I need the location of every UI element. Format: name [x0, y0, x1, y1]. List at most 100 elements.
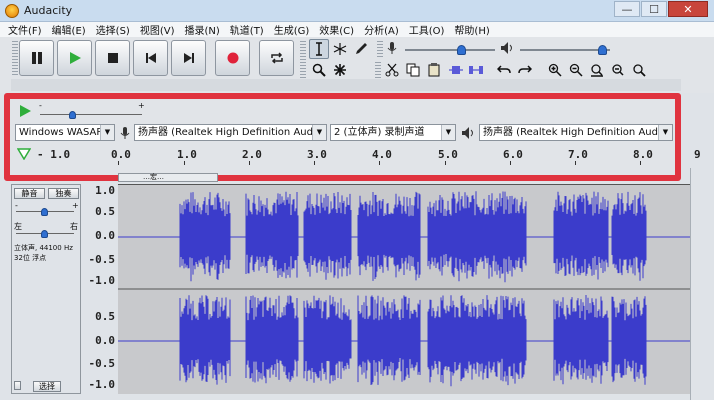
stop-button[interactable] — [95, 40, 130, 76]
track-name-strip[interactable]: …宏… — [118, 173, 218, 182]
axis-label: 0.0 — [95, 334, 115, 347]
menu-transport[interactable]: 播录(N) — [185, 22, 220, 37]
i-beam-icon — [316, 42, 322, 56]
menu-generate[interactable]: 生成(G) — [274, 22, 310, 37]
paste-icon — [428, 63, 440, 77]
pause-icon — [31, 52, 42, 64]
selection-tool[interactable] — [309, 39, 329, 59]
window-title: Audacity — [24, 4, 73, 17]
axis-label: 1.0 — [95, 184, 115, 197]
vertical-scrollbar[interactable] — [690, 168, 714, 400]
track-bit-depth-info: 32位 浮点 — [14, 254, 47, 262]
fit-project-button[interactable] — [608, 60, 628, 80]
skip-to-start-button[interactable] — [133, 40, 168, 76]
edit-grip[interactable] — [375, 62, 381, 78]
undo-icon — [497, 65, 511, 74]
envelope-icon — [333, 43, 347, 55]
track-format-info: 立体声, 44100 Hz — [14, 244, 73, 252]
paste-button[interactable] — [424, 60, 444, 80]
redo-icon — [518, 65, 532, 74]
title-bar: Audacity — ☐ ✕ — [0, 0, 714, 22]
speaker-level-button[interactable] — [497, 38, 517, 58]
axis-label: 0.5 — [95, 310, 115, 323]
skip-end-icon — [183, 53, 194, 63]
axis-label: -1.0 — [88, 378, 116, 391]
mute-button[interactable]: 静音 — [14, 188, 45, 199]
axis-label: 0.0 — [95, 229, 115, 242]
collapse-button[interactable] — [14, 381, 21, 390]
copy-button[interactable] — [403, 60, 423, 80]
zoom-toggle-button[interactable] — [629, 60, 649, 80]
magnifier-icon — [312, 63, 326, 77]
minimize-button[interactable]: — — [614, 1, 640, 17]
axis-label: 0.5 — [95, 205, 115, 218]
stop-icon — [107, 53, 118, 63]
zoom-selection-icon — [591, 64, 603, 77]
copy-icon — [406, 63, 420, 77]
skip-start-icon — [145, 53, 156, 63]
silence-button[interactable] — [466, 60, 486, 80]
menu-bar: 文件(F) 编辑(E) 选择(S) 视图(V) 播录(N) 轨道(T) 生成(G… — [0, 22, 714, 37]
select-track-button[interactable]: 选择 — [33, 381, 61, 392]
multi-tool[interactable] — [330, 60, 350, 80]
zoom-fit-icon — [612, 64, 624, 76]
menu-effect[interactable]: 效果(C) — [319, 22, 354, 37]
track-control-panel: 静音 独奏 - + 左 右 立体声, 44100 Hz 32位 浮点 选择 — [11, 184, 81, 394]
menu-tracks[interactable]: 轨道(T) — [230, 22, 264, 37]
undo-button[interactable] — [494, 60, 514, 80]
zoom-in-icon — [548, 63, 562, 77]
skip-to-end-button[interactable] — [171, 40, 206, 76]
zoom-tool[interactable] — [309, 60, 329, 80]
audacity-logo-icon — [5, 4, 19, 18]
asterisk-icon — [334, 64, 346, 76]
microphone-icon — [387, 42, 397, 54]
play-button[interactable] — [57, 40, 92, 76]
menu-analyze[interactable]: 分析(A) — [364, 22, 399, 37]
record-button[interactable] — [215, 40, 250, 76]
menu-select[interactable]: 选择(S) — [96, 22, 130, 37]
mic-level-button[interactable] — [382, 38, 402, 58]
menu-file[interactable]: 文件(F) — [8, 22, 42, 37]
audacity-window: Audacity — ☐ ✕ 文件(F) 编辑(E) 选择(S) 视图(V) 播… — [0, 0, 714, 400]
recording-volume-slider[interactable] — [405, 44, 495, 56]
trim-button[interactable] — [446, 60, 466, 80]
pencil-icon — [356, 43, 367, 54]
trim-audio-icon — [449, 66, 463, 74]
redo-button[interactable] — [515, 60, 535, 80]
menu-tools[interactable]: 工具(O) — [409, 22, 445, 37]
envelope-tool[interactable] — [330, 39, 350, 59]
highlight-box — [4, 93, 681, 181]
axis-label: -0.5 — [88, 253, 116, 266]
loop-button[interactable] — [259, 40, 294, 76]
zoom-out-button[interactable] — [566, 60, 586, 80]
axis-label: -0.5 — [88, 357, 116, 370]
toolbar-grip[interactable] — [12, 41, 18, 75]
record-icon — [227, 52, 238, 64]
amplitude-axis: 1.0 0.5 0.0 -0.5 -1.0 0.5 0.0 -0.5 -1.0 — [82, 184, 118, 394]
ruler-label: 9 — [694, 148, 701, 161]
cut-button[interactable] — [382, 60, 402, 80]
menu-help[interactable]: 帮助(H) — [454, 22, 489, 37]
stereo-waveform — [118, 191, 690, 387]
silence-audio-icon — [469, 66, 483, 74]
scissors-icon — [385, 63, 399, 77]
menu-edit[interactable]: 编辑(E) — [52, 22, 86, 37]
menu-view[interactable]: 视图(V) — [140, 22, 175, 37]
loop-icon — [270, 52, 283, 64]
speaker-icon — [501, 42, 512, 54]
close-button[interactable]: ✕ — [668, 1, 708, 17]
maximize-button[interactable]: ☐ — [641, 1, 667, 17]
fit-selection-button[interactable] — [587, 60, 607, 80]
zoom-toggle-icon — [633, 64, 646, 77]
pause-button[interactable] — [19, 40, 54, 76]
gain-slider[interactable] — [16, 206, 74, 218]
playback-volume-slider[interactable] — [520, 44, 610, 56]
draw-tool[interactable] — [351, 39, 371, 59]
zoom-in-button[interactable] — [545, 60, 565, 80]
axis-label: -1.0 — [88, 274, 116, 287]
solo-button[interactable]: 独奏 — [48, 188, 79, 199]
meter-row — [11, 79, 681, 91]
tools-grip[interactable] — [300, 41, 306, 81]
waveform-area[interactable] — [118, 184, 690, 394]
pan-slider[interactable] — [16, 228, 74, 240]
